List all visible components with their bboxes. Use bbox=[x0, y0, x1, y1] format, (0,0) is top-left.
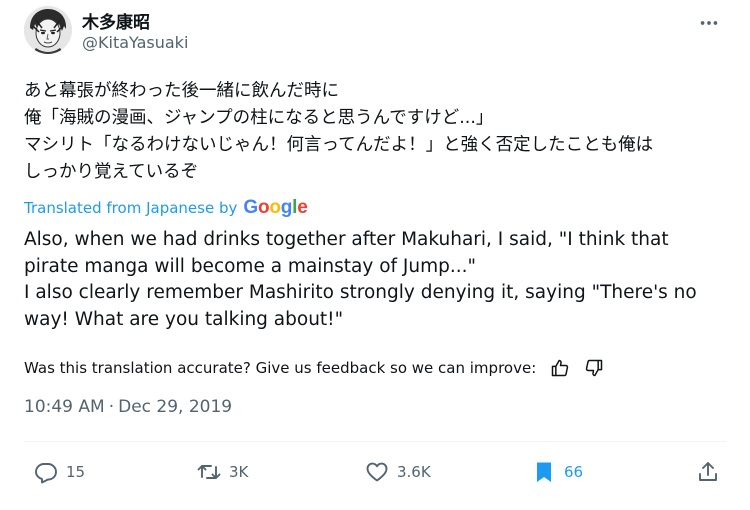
reply-icon bbox=[35, 463, 57, 484]
repost-icon bbox=[197, 465, 221, 479]
repost-button[interactable]: 3K bbox=[197, 456, 248, 488]
thumbs-down-icon[interactable] bbox=[584, 358, 604, 378]
original-line: マシリト「なるわけないじゃん！何言ってんだよ！」と強く否定したことも俺は bbox=[24, 135, 654, 155]
reply-button[interactable]: 15 bbox=[34, 456, 85, 488]
translation-line: I also clearly remember Mashirito strong… bbox=[24, 282, 697, 303]
share-button[interactable] bbox=[696, 456, 720, 488]
more-options-button[interactable] bbox=[698, 12, 720, 34]
display-name[interactable]: 木多康昭 bbox=[82, 8, 150, 33]
user-handle[interactable]: @KitaYasuaki bbox=[82, 33, 188, 52]
timestamp-time: 10:49 AM bbox=[24, 397, 105, 417]
tweet-timestamp[interactable]: 10:49 AM · Dec 29, 2019 bbox=[24, 397, 232, 417]
translation-line: Also, when we had drinks together after … bbox=[24, 229, 669, 250]
repost-count: 3K bbox=[229, 463, 249, 481]
bookmark-count: 66 bbox=[564, 463, 584, 481]
avatar-image bbox=[24, 6, 72, 54]
bookmark-icon bbox=[537, 462, 551, 482]
translated-by-label: Translated from Japanese by bbox=[24, 199, 238, 217]
bookmark-button[interactable]: 66 bbox=[532, 456, 583, 488]
more-dots-icon bbox=[700, 21, 718, 25]
timestamp-date: Dec 29, 2019 bbox=[118, 397, 233, 417]
reply-count: 15 bbox=[66, 463, 86, 481]
action-bar: 15 3K 3.6K 66 bbox=[0, 456, 750, 488]
heart-icon bbox=[366, 462, 388, 482]
divider bbox=[24, 441, 726, 442]
tweet-original-text: あと幕張が終わった後一緒に飲んだ時に 俺「海賊の漫画、ジャンプの柱になると思うん… bbox=[24, 78, 734, 186]
tweet: 木多康昭 @KitaYasuaki あと幕張が終わった後一緒に飲んだ時に 俺「海… bbox=[0, 0, 750, 510]
thumbs-up-icon[interactable] bbox=[550, 358, 570, 378]
google-logo: Google bbox=[243, 197, 308, 218]
translation-line: way! What are you talking about!" bbox=[24, 308, 344, 330]
translation-line: pirate manga will become a mainstay of J… bbox=[24, 255, 477, 277]
feedback-prompt: Was this translation accurate? Give us f… bbox=[24, 359, 537, 377]
original-line: しっかり覚えているぞ bbox=[24, 162, 199, 182]
avatar[interactable] bbox=[24, 6, 72, 54]
translated-by-link[interactable]: Translated from Japanese by Google bbox=[24, 197, 308, 219]
like-count: 3.6K bbox=[397, 463, 431, 481]
original-line: 俺「海賊の漫画、ジャンプの柱になると思うんですけど...」 bbox=[24, 108, 494, 128]
original-line: あと幕張が終わった後一緒に飲んだ時に bbox=[24, 81, 339, 101]
timestamp-separator: · bbox=[108, 397, 115, 417]
tweet-header: 木多康昭 @KitaYasuaki bbox=[24, 6, 726, 56]
translation-feedback: Was this translation accurate? Give us f… bbox=[24, 356, 604, 380]
tweet-translation-text: Also, when we had drinks together after … bbox=[24, 227, 734, 333]
like-button[interactable]: 3.6K bbox=[365, 456, 431, 488]
share-icon bbox=[699, 462, 717, 481]
